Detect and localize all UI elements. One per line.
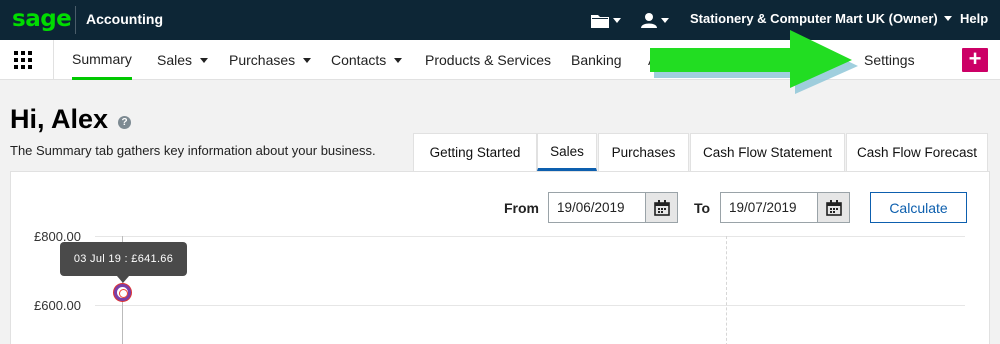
nav-divider [53,40,54,80]
nav-contacts[interactable]: Contacts [331,40,403,80]
nav-banking[interactable]: Banking [571,40,622,80]
to-date-value[interactable]: 19/07/2019 [721,193,817,222]
nav-settings[interactable]: Settings [864,40,915,80]
tab-getting-started[interactable]: Getting Started [413,133,537,171]
chart-data-point[interactable] [114,284,131,301]
tooltip-tail [117,276,129,283]
help-link[interactable]: Help [960,11,988,26]
folder-menu-button[interactable] [591,10,621,30]
greeting-text: Hi, Alex [10,104,109,134]
tab-cash-flow-forecast[interactable]: Cash Flow Forecast [846,133,988,171]
nav-label: Summary [72,50,132,67]
from-date-value[interactable]: 19/06/2019 [549,193,645,222]
help-icon[interactable]: ? [118,116,132,129]
tab-label: Cash Flow Forecast [856,145,978,160]
chart-tooltip: 03 Jul 19 : £641.66 [60,242,187,276]
from-label: From [504,200,539,216]
calendar-icon[interactable] [645,193,677,222]
nav-products-services[interactable]: Products & Services [425,40,551,80]
user-menu-button[interactable] [641,10,669,30]
nav-label: Banking [571,52,622,68]
chevron-down-icon [200,57,209,63]
nav-label: Products & Services [425,52,552,68]
nav-label: Sales [157,52,193,68]
calendar-icon[interactable] [817,193,849,222]
page-subtitle: The Summary tab gathers key information … [10,143,376,158]
nav-label: Settings [864,52,915,68]
from-date-field[interactable]: 19/06/2019 [548,192,678,223]
to-label: To [694,200,711,216]
nav-label: Contacts [331,52,387,68]
tab-label: Sales [550,143,584,159]
tab-label: Getting Started [429,145,521,160]
chevron-down-icon [394,57,403,63]
chart-divider [726,236,727,344]
calculate-label: Calculate [889,199,948,216]
tab-sales[interactable]: Sales [537,133,597,171]
to-date-field[interactable]: 19/07/2019 [720,192,850,223]
app-name: Accounting [86,11,163,27]
gridline [95,305,965,306]
calculate-button[interactable]: Calculate [870,192,967,223]
logo-divider [75,6,76,34]
chevron-down-icon [661,17,669,23]
company-name: Stationery & Computer Mart UK (Owner) [690,11,938,26]
quick-create-button[interactable]: + [962,48,988,72]
tab-purchases[interactable]: Purchases [598,133,689,171]
chevron-down-icon [613,17,621,23]
gridline [95,236,965,237]
tab-label: Purchases [611,145,676,160]
page-title: Hi, Alex ? [10,104,132,135]
annotation-arrow-icon [650,30,858,94]
nav-purchases[interactable]: Purchases [229,40,312,80]
folder-icon [591,13,609,28]
user-icon [641,12,657,28]
chevron-down-icon [303,57,312,63]
nav-label: Purchases [229,52,296,68]
company-menu[interactable]: Stationery & Computer Mart UK (Owner) [690,11,952,26]
nav-sales[interactable]: Sales [157,40,209,80]
tab-cash-flow-statement[interactable]: Cash Flow Statement [690,133,845,171]
chevron-down-icon [943,16,952,21]
y-tick-label: £600.00 [34,298,81,313]
tab-label: Cash Flow Statement [702,145,833,160]
nav-summary[interactable]: Summary [72,40,132,80]
sage-logo[interactable]: sage [12,6,72,32]
apps-grid-icon[interactable] [14,51,32,69]
